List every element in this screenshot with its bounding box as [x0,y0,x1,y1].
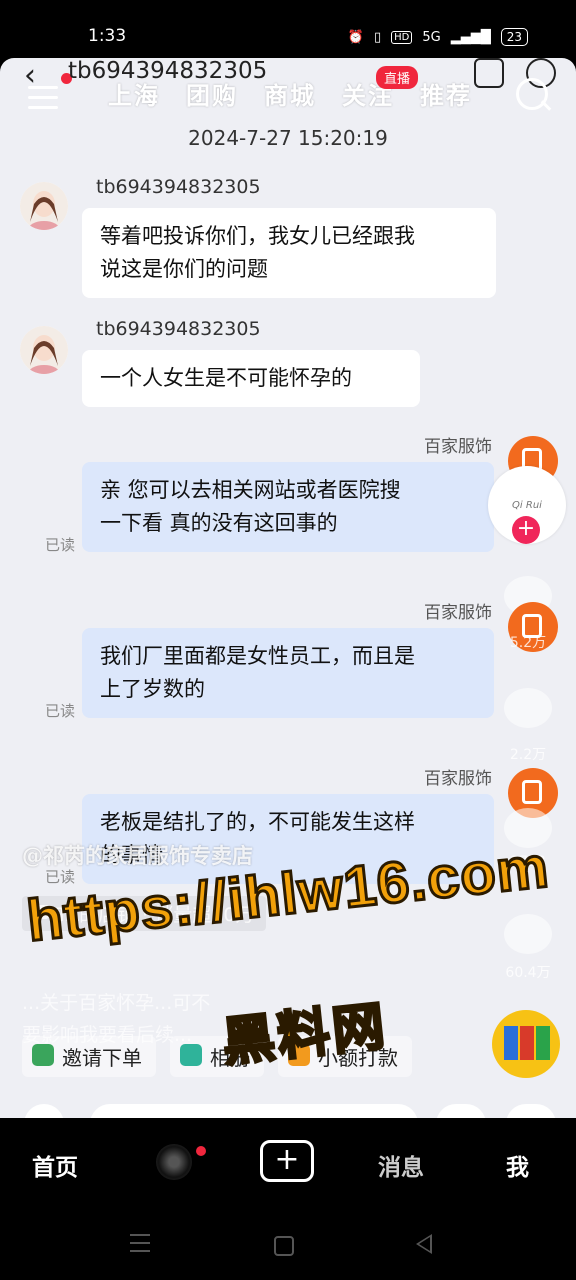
read-status: 已读 [45,536,76,554]
message-sender: tb694394832305 [96,318,261,340]
share-icon[interactable] [504,914,552,954]
app-screen: ‹ tb694394832305 上海 团购 商城 关注 推荐 直播 2024-… [0,58,576,1118]
nav-messages[interactable]: 消息 [378,1148,424,1182]
vibrate-icon: ▯ [373,29,382,45]
like-count: 5.2万 [509,635,547,651]
order-list-icon[interactable] [474,58,504,88]
battery-icon: 23 [500,28,528,46]
bottom-nav: 首页 + 消息 我 [0,1118,576,1210]
create-post-button[interactable]: + [260,1140,314,1182]
message-sender: 百家服饰 [424,437,492,457]
video-description: ...关于百家怀孕...可不 [22,992,211,1014]
share-count: 60.4万 [505,965,551,981]
hamburger-menu-icon[interactable] [28,86,58,116]
status-bar: 1:33 ⏰ ▯ HD 5G ▂▄▆█ 23 [0,0,576,58]
read-status: 已读 [45,702,76,720]
comment-count: 2.2万 [509,747,547,763]
nav-me[interactable]: 我 [506,1148,529,1182]
message-bubble[interactable]: 等着吧投诉你们，我女儿已经跟我 说这是你们的问题 [82,208,496,298]
message-text-line: 一下看 真的没有这回事的 [100,511,338,535]
message-bubble[interactable]: 我们厂里面都是女性员工，而且是 上了岁数的 [82,628,494,718]
message-sender: 百家服饰 [424,769,492,789]
message-text-line: 我们厂里面都是女性员工，而且是 [100,644,415,668]
message-sender: tb694394832305 [96,176,261,198]
tab-shanghai[interactable]: 上海 [108,76,160,111]
message-text-line: 一个人女生是不可能怀孕的 [100,366,352,390]
network-icon: 5G [422,29,441,45]
message-text-line: 说这是你们的问题 [100,257,268,281]
emoji-icon[interactable] [436,1104,486,1118]
promo-badge[interactable] [492,1010,560,1078]
video-account-name[interactable]: @祁芮的家居服饰专卖店 [22,840,253,870]
message-text-line: 上了岁数的 [100,677,205,701]
more-plus-icon[interactable] [506,1104,556,1118]
status-icons: ⏰ ▯ HD 5G ▂▄▆█ 23 [348,28,528,46]
voice-icon[interactable] [24,1104,64,1118]
tab-mall[interactable]: 商城 [264,76,316,111]
system-nav-bar [0,1210,576,1280]
signal-icon: ▂▄▆█ [450,29,491,45]
avatar-portrait-icon [20,182,68,230]
follow-plus-button[interactable]: + [512,516,540,544]
invite-icon [32,1044,54,1066]
status-time: 1:33 [88,26,127,46]
recent-apps-icon[interactable] [130,1234,150,1258]
alarm-icon: ⏰ [347,29,364,45]
home-icon[interactable] [274,1236,294,1256]
avatar-portrait-icon [20,326,68,374]
chat-date: 2024-7-27 15:20:19 [188,126,388,150]
nav-home[interactable]: 首页 [32,1148,78,1182]
message-bubble[interactable]: 亲 您可以去相关网站或者医院搜 一下看 真的没有这回事的 [82,462,494,552]
back-triangle-icon[interactable] [416,1234,432,1254]
chat-input-bar [0,1094,576,1118]
music-disc-icon[interactable] [156,1144,192,1180]
tab-recommend[interactable]: 推荐 [420,76,472,111]
message-text-line: 等着吧投诉你们，我女儿已经跟我 [100,224,415,248]
hd-icon: HD [391,30,413,44]
pill-label: 邀请下单 [62,1046,142,1070]
message-bubble[interactable]: 一个人女生是不可能怀孕的 [82,350,420,407]
notification-dot [196,1146,206,1156]
message-sender: 百家服饰 [424,603,492,623]
live-badge[interactable]: 直播 [376,66,419,89]
customer-avatar[interactable] [20,182,68,230]
album-icon [180,1044,202,1066]
message-text-line: 老板是结扎了的，不可能发生这样 [100,810,415,834]
message-input[interactable] [90,1104,418,1118]
message-text-line: 亲 您可以去相关网站或者医院搜 [100,478,401,502]
tab-group-buy[interactable]: 团购 [186,76,238,111]
customer-avatar[interactable] [20,326,68,374]
invite-order-button[interactable]: 邀请下单 [22,1036,156,1077]
comment-icon[interactable] [504,688,552,728]
